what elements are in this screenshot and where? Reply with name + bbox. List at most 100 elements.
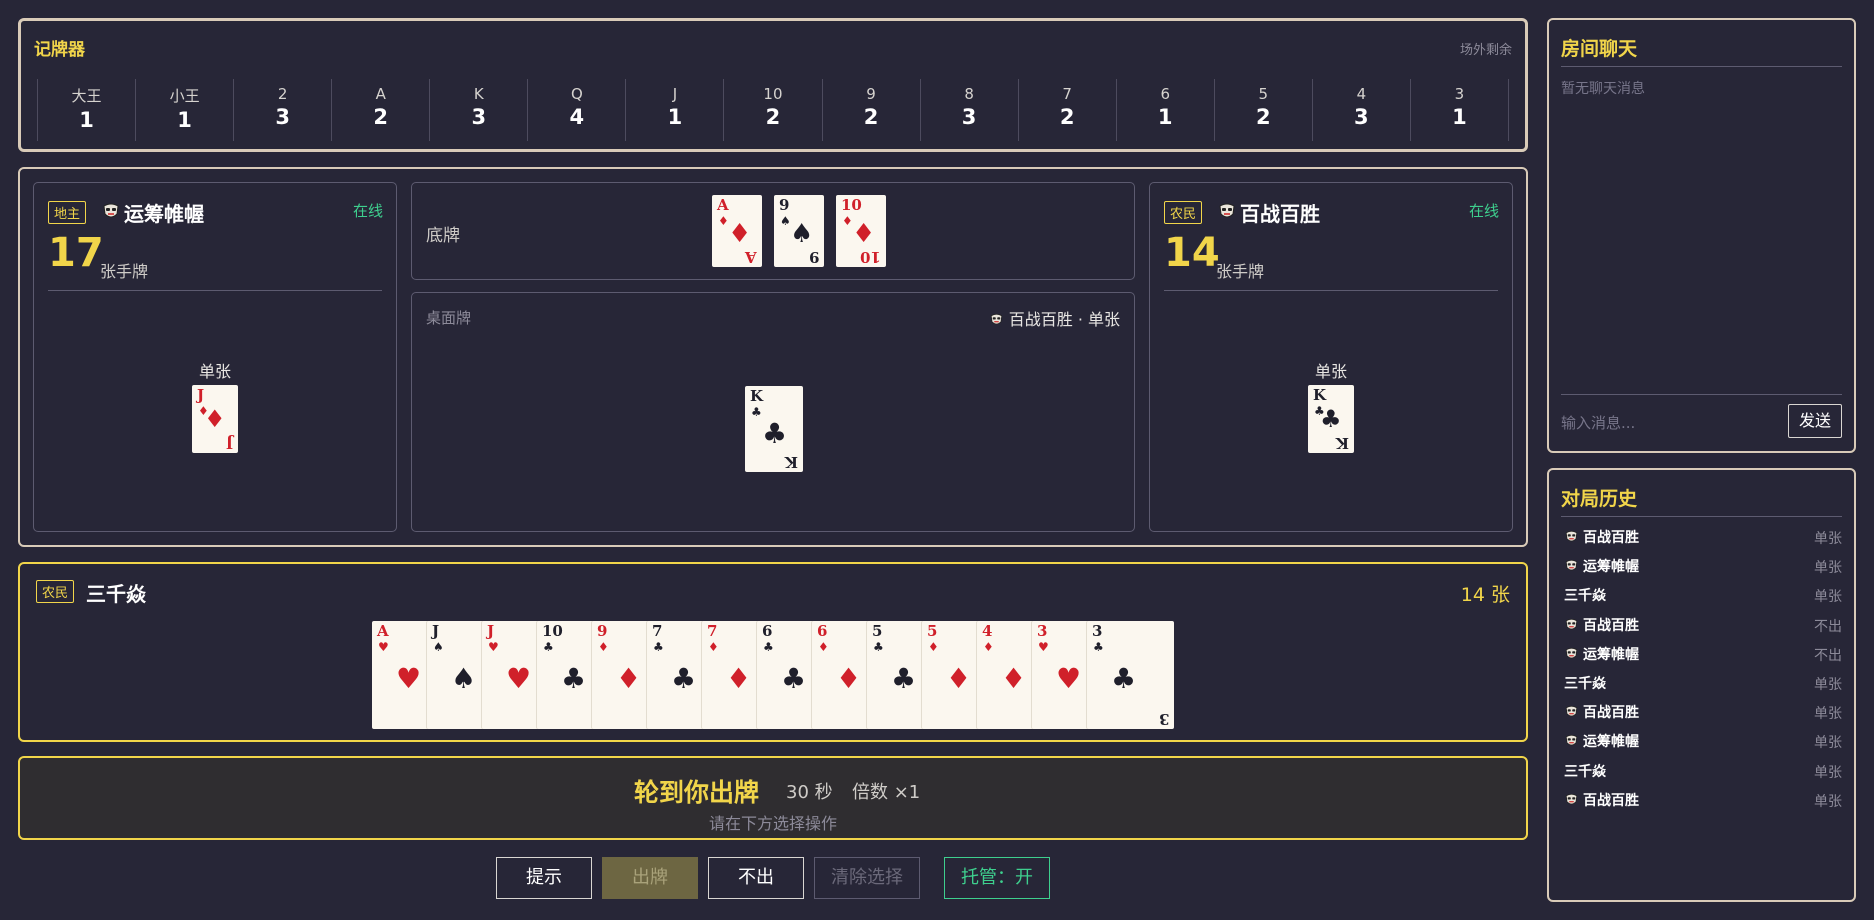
tracker-cell: 小王 1 bbox=[135, 79, 233, 141]
card-rank: 3 bbox=[1037, 622, 1048, 640]
card-suit-small: ♥ bbox=[488, 640, 499, 654]
hint-button[interactable]: 提示 bbox=[496, 857, 592, 899]
card-suit-small: ♦ bbox=[928, 640, 939, 654]
hand-count-label: 张手牌 bbox=[100, 262, 149, 281]
divider bbox=[1561, 516, 1842, 517]
card-suit-small: ♦ bbox=[818, 640, 829, 654]
mask-avatar-icon bbox=[1565, 706, 1578, 717]
tracker-cell: 31 bbox=[1409, 79, 1509, 141]
desk-label: 桌面牌 bbox=[426, 309, 472, 327]
tracker-cell: 大王 1 bbox=[37, 79, 135, 141]
tracker-count: 1 bbox=[177, 108, 192, 132]
card-rank: J bbox=[487, 622, 495, 640]
played-card: J ♦ ♦ J bbox=[192, 385, 238, 453]
mask-avatar-icon bbox=[1565, 530, 1578, 542]
card-suit-center: ♣ bbox=[781, 662, 807, 695]
tracker-count: 1 bbox=[1157, 105, 1173, 129]
tracker-cell: Q4 bbox=[527, 79, 625, 141]
tracker-count: 4 bbox=[569, 105, 585, 129]
history-action: 单张 bbox=[1814, 589, 1842, 606]
history-player-name: 百战百胜 bbox=[1583, 792, 1639, 809]
history-row: 百战百胜 单张 bbox=[1561, 526, 1842, 548]
card-suit-small: ♣ bbox=[653, 640, 664, 654]
bottom-card: A ♦ ♦ A bbox=[712, 195, 762, 267]
turn-timer: 30 秒 bbox=[786, 782, 833, 803]
card-rank-bottom: 10 bbox=[860, 248, 881, 266]
card-rank: 5 bbox=[927, 622, 938, 640]
card-rank: 10 bbox=[542, 622, 563, 640]
card-rank: 3 bbox=[1092, 622, 1103, 640]
card-suit-small: ♦ bbox=[598, 640, 609, 654]
multiplier: 倍数 ×1 bbox=[852, 782, 921, 803]
history-row: 百战百胜 单张 bbox=[1561, 701, 1842, 723]
tracker-rank: 小王 bbox=[169, 87, 200, 105]
turn-banner: 轮到你出牌 30 秒 倍数 ×1 请在下方选择操作 bbox=[18, 756, 1528, 840]
bottom-card: 9 ♠ ♠ 9 bbox=[774, 195, 824, 267]
online-status: 在线 bbox=[352, 202, 383, 220]
history-action: 单张 bbox=[1814, 560, 1842, 577]
chat-input[interactable] bbox=[1561, 406, 1781, 440]
mask-avatar-icon bbox=[990, 313, 1002, 325]
hand-count: 17 bbox=[48, 230, 104, 276]
tracker-count: 3 bbox=[275, 105, 290, 129]
history-row: 三千焱 单张 bbox=[1561, 760, 1842, 782]
play-button[interactable]: 出牌 bbox=[602, 857, 698, 899]
card-rank-bottom: K bbox=[1335, 434, 1349, 452]
tracker-count: 1 bbox=[667, 105, 683, 129]
role-badge-landlord: 地主 bbox=[48, 201, 87, 224]
my-hand-cards: A♥♥AJ♠♠JJ♥♥J10♣♣109♦♦97♣♣77♦♦76♣♣66♦♦65♣… bbox=[372, 621, 1174, 729]
card-rank: 10 bbox=[841, 196, 862, 214]
history-action: 单张 bbox=[1814, 531, 1842, 547]
auto-play-toggle[interactable]: 托管：开 bbox=[944, 857, 1050, 899]
card-rank: K bbox=[1313, 386, 1327, 404]
tracker-cell: 10 2 bbox=[723, 79, 821, 141]
card-suit-center: ♣ bbox=[1320, 404, 1342, 433]
tracker-cell: 61 bbox=[1115, 79, 1214, 141]
card-rank: A bbox=[717, 196, 729, 214]
card-rank: 7 bbox=[652, 622, 663, 640]
tracker-cell: K3 bbox=[429, 79, 527, 141]
mask-avatar-icon bbox=[1565, 647, 1578, 659]
tracker-rank: Q bbox=[570, 85, 583, 103]
history-player-name: 运筹帷幄 bbox=[1583, 646, 1639, 663]
tracker-rank: 7 bbox=[1062, 85, 1072, 103]
tracker-cell: 83 bbox=[919, 79, 1018, 141]
tracker-count: 1 bbox=[79, 108, 94, 132]
hand-card[interactable]: 3 ♣ ♣ 3 bbox=[1087, 621, 1174, 729]
card-rank-bottom: 9 bbox=[808, 248, 819, 266]
player-name: 百战百胜 bbox=[1240, 202, 1320, 226]
chat-title: 房间聊天 bbox=[1561, 38, 1638, 60]
history-action: 单张 bbox=[1814, 764, 1842, 781]
my-player-name: 三千焱 bbox=[86, 582, 146, 606]
history-row: 三千焱 单张 bbox=[1561, 672, 1842, 694]
clear-selection-button[interactable]: 清除选择 bbox=[814, 857, 920, 899]
desk-player-info: 百战百胜 · 单张 bbox=[989, 306, 1120, 330]
mask-avatar-icon bbox=[1219, 203, 1235, 218]
bottom-cards-label: 底牌 bbox=[426, 226, 460, 246]
desk-card: K ♣ ♣ K bbox=[745, 386, 803, 472]
mask-avatar-icon bbox=[1565, 735, 1578, 746]
turn-hint: 请在下方选择操作 bbox=[708, 814, 837, 833]
card-rank: 6 bbox=[762, 622, 773, 640]
card-suit-center: ♦ bbox=[616, 662, 642, 695]
card-tracker-title: 记牌器 bbox=[34, 40, 85, 60]
pass-button[interactable]: 不出 bbox=[708, 857, 804, 899]
tracker-cell: 23 bbox=[233, 79, 331, 141]
chat-send-button[interactable]: 发送 bbox=[1788, 404, 1842, 438]
card-suit-small: ♥ bbox=[1038, 640, 1049, 654]
history-player-name: 百战百胜 bbox=[1583, 617, 1639, 634]
card-rank-bottom: 3 bbox=[1158, 710, 1169, 728]
hand-count-label: 张手牌 bbox=[1216, 262, 1265, 281]
card-suit-center: ♣ bbox=[891, 662, 917, 695]
tracker-cell: J1 bbox=[625, 79, 723, 141]
history-row: 百战百胜 不出 bbox=[1561, 614, 1842, 636]
opponent-left-panel: 地主 运筹帷幄 在线 17 张手牌 单张 J ♦ ♦ J bbox=[33, 182, 397, 532]
card-rank: 6 bbox=[817, 622, 828, 640]
mask-avatar-icon bbox=[103, 203, 119, 218]
card-suit-small: ♠ bbox=[433, 640, 444, 654]
played-type-label: 单张 bbox=[198, 362, 231, 381]
divider bbox=[1164, 290, 1498, 291]
card-suit-center: ♦ bbox=[946, 662, 972, 695]
card-rank: 9 bbox=[779, 196, 790, 214]
history-player-name: 运筹帷幄 bbox=[1583, 559, 1639, 576]
